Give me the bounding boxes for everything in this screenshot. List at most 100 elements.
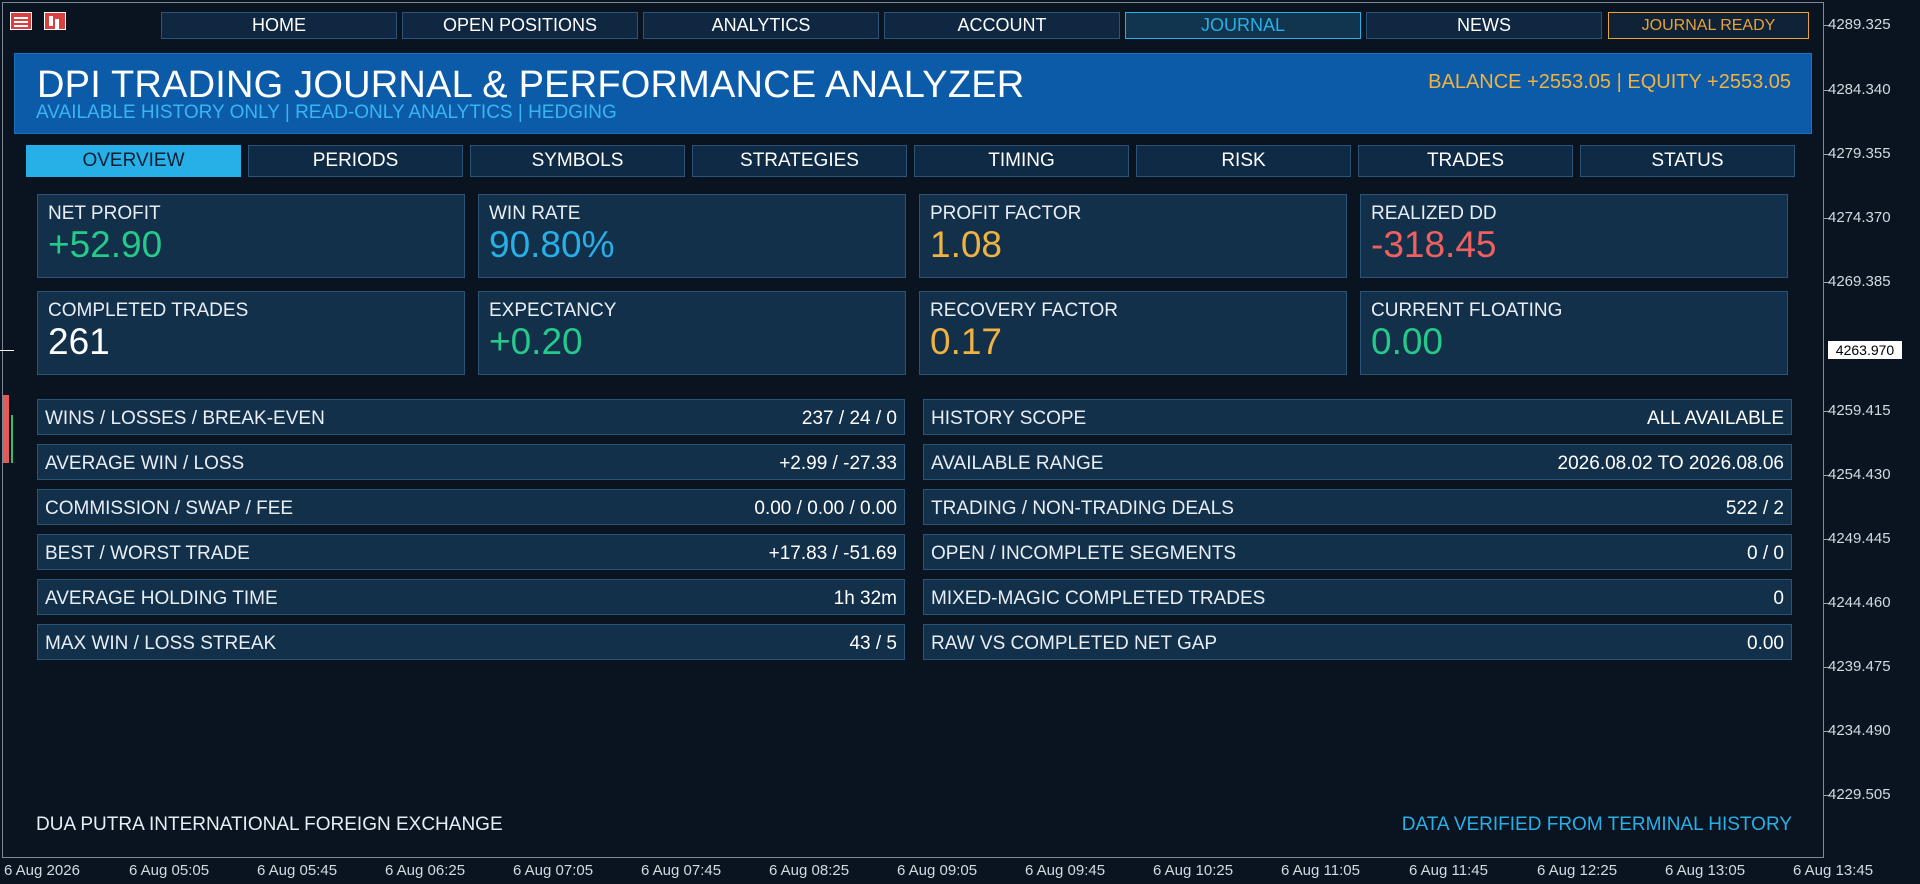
stat-row-max-streak: MAX WIN / LOSS STREAK 43 / 5	[37, 624, 905, 660]
metric-label: EXPECTANCY	[489, 300, 617, 321]
metric-label: RECOVERY FACTOR	[930, 300, 1118, 321]
metric-label: CURRENT FLOATING	[1371, 300, 1563, 321]
stat-value: +2.99 / -27.33	[779, 453, 897, 474]
stat-label: AVAILABLE RANGE	[931, 453, 1104, 474]
time-label: 6 Aug 13:05	[1665, 862, 1746, 879]
stat-label: OPEN / INCOMPLETE SEGMENTS	[931, 543, 1237, 564]
stat-row-wins-losses: WINS / LOSSES / BREAK-EVEN 237 / 24 / 0	[37, 399, 905, 435]
candle-bullish	[11, 415, 13, 463]
metric-value: 90.80%	[489, 224, 615, 265]
time-label: 6 Aug 2026	[4, 862, 80, 879]
nav-journal[interactable]: JOURNAL	[1125, 12, 1361, 39]
stat-value: 237 / 24 / 0	[801, 408, 897, 429]
stat-value: 2026.08.02 TO 2026.08.06	[1557, 453, 1784, 474]
stat-value: 0.00 / 0.00 / 0.00	[754, 498, 897, 519]
journal-ready-badge: JOURNAL READY	[1608, 12, 1809, 39]
metric-card-profit-factor: PROFIT FACTOR 1.08	[919, 194, 1347, 278]
time-axis[interactable]: 6 Aug 2026 6 Aug 05:05 6 Aug 05:45 6 Aug…	[0, 858, 1920, 884]
current-price-label: 4263.970	[1828, 341, 1902, 359]
stat-value: 1h 32m	[833, 588, 897, 609]
stat-label: COMMISSION / SWAP / FEE	[45, 498, 294, 519]
stat-label: MAX WIN / LOSS STREAK	[45, 633, 277, 654]
metric-label: COMPLETED TRADES	[48, 300, 249, 321]
price-label: 4259.415	[1828, 402, 1891, 419]
time-label: 6 Aug 05:05	[129, 862, 210, 879]
price-label: 4244.460	[1828, 594, 1891, 611]
metric-label: NET PROFIT	[48, 203, 161, 224]
tab-symbols[interactable]: SYMBOLS	[470, 145, 685, 177]
tab-overview[interactable]: OVERVIEW	[26, 145, 241, 177]
metric-value: 0.17	[930, 321, 1003, 362]
metric-label: PROFIT FACTOR	[930, 203, 1082, 224]
metric-label: WIN RATE	[489, 203, 581, 224]
nav-home[interactable]: HOME	[161, 12, 397, 39]
stat-row-average-win-loss: AVERAGE WIN / LOSS +2.99 / -27.33	[37, 444, 905, 480]
stat-label: TRADING / NON-TRADING DEALS	[931, 498, 1234, 519]
metric-card-completed-trades: COMPLETED TRADES 261	[37, 291, 465, 375]
tab-strategies[interactable]: STRATEGIES	[692, 145, 907, 177]
metric-value: 0.00	[1371, 321, 1444, 362]
time-label: 6 Aug 08:25	[769, 862, 850, 879]
stat-row-best-worst-trade: BEST / WORST TRADE +17.83 / -51.69	[37, 534, 905, 570]
metric-value: +52.90	[48, 224, 163, 265]
time-label: 6 Aug 06:25	[385, 862, 466, 879]
nav-news[interactable]: NEWS	[1366, 12, 1602, 39]
price-axis[interactable]: 4289.325 4284.340 4279.355 4274.370 4269…	[1824, 0, 1920, 860]
page-title: DPI TRADING JOURNAL & PERFORMANCE ANALYZ…	[37, 64, 1025, 106]
metric-card-net-profit: NET PROFIT +52.90	[37, 194, 465, 278]
stat-value: 0	[1773, 588, 1784, 609]
metric-label: REALIZED DD	[1371, 203, 1497, 224]
price-label: 4229.505	[1828, 786, 1891, 803]
stat-value: ALL AVAILABLE	[1647, 408, 1784, 429]
stat-row-mixed-magic-trades: MIXED-MAGIC COMPLETED TRADES 0	[923, 579, 1792, 615]
stat-value: 522 / 2	[1725, 498, 1784, 519]
stat-value: 0.00	[1747, 633, 1784, 654]
balance-equity-summary: BALANCE +2553.05 | EQUITY +2553.05	[1428, 71, 1791, 93]
tab-trades[interactable]: TRADES	[1358, 145, 1573, 177]
stat-label: MIXED-MAGIC COMPLETED TRADES	[931, 588, 1266, 609]
stat-row-net-gap: RAW VS COMPLETED NET GAP 0.00	[923, 624, 1792, 660]
time-label: 6 Aug 10:25	[1153, 862, 1234, 879]
stat-label: BEST / WORST TRADE	[45, 543, 250, 564]
stat-row-history-scope: HISTORY SCOPE ALL AVAILABLE	[923, 399, 1792, 435]
stat-value: 0 / 0	[1747, 543, 1784, 564]
nav-analytics[interactable]: ANALYTICS	[643, 12, 879, 39]
stat-label: WINS / LOSSES / BREAK-EVEN	[45, 408, 325, 429]
price-line-marker	[0, 350, 14, 351]
time-label: 6 Aug 11:05	[1281, 862, 1360, 879]
stat-label: HISTORY SCOPE	[931, 408, 1087, 429]
time-label: 6 Aug 09:05	[897, 862, 978, 879]
list-icon[interactable]	[10, 12, 32, 30]
stat-row-open-segments: OPEN / INCOMPLETE SEGMENTS 0 / 0	[923, 534, 1792, 570]
metric-value: 1.08	[930, 224, 1003, 265]
tab-periods[interactable]: PERIODS	[248, 145, 463, 177]
stat-label: RAW VS COMPLETED NET GAP	[931, 633, 1218, 654]
metric-value: -318.45	[1371, 224, 1497, 265]
metric-card-expectancy: EXPECTANCY +0.20	[478, 291, 906, 375]
stat-value: +17.83 / -51.69	[768, 543, 897, 564]
time-label: 6 Aug 07:05	[513, 862, 594, 879]
price-label: 4274.370	[1828, 209, 1891, 226]
price-label: 4234.490	[1828, 722, 1891, 739]
nav-open-positions[interactable]: OPEN POSITIONS	[402, 12, 638, 39]
metric-card-win-rate: WIN RATE 90.80%	[478, 194, 906, 278]
stat-row-available-range: AVAILABLE RANGE 2026.08.02 TO 2026.08.06	[923, 444, 1792, 480]
stat-value: 43 / 5	[849, 633, 897, 654]
stat-label: AVERAGE HOLDING TIME	[45, 588, 278, 609]
metric-card-current-floating: CURRENT FLOATING 0.00	[1360, 291, 1788, 375]
tab-timing[interactable]: TIMING	[914, 145, 1129, 177]
price-label: 4254.430	[1828, 466, 1891, 483]
stat-row-commission-swap-fee: COMMISSION / SWAP / FEE 0.00 / 0.00 / 0.…	[37, 489, 905, 525]
tab-status[interactable]: STATUS	[1580, 145, 1795, 177]
broker-name: DUA PUTRA INTERNATIONAL FOREIGN EXCHANGE	[36, 814, 503, 835]
price-label: 4239.475	[1828, 658, 1891, 675]
page-subtitle: AVAILABLE HISTORY ONLY | READ-ONLY ANALY…	[36, 102, 617, 123]
nav-account[interactable]: ACCOUNT	[884, 12, 1120, 39]
tab-risk[interactable]: RISK	[1136, 145, 1351, 177]
stat-row-average-holding-time: AVERAGE HOLDING TIME 1h 32m	[37, 579, 905, 615]
chart-icon[interactable]	[44, 12, 66, 30]
time-label: 6 Aug 09:45	[1025, 862, 1106, 879]
time-label: 6 Aug 13:45	[1793, 862, 1874, 879]
price-label: 4289.325	[1828, 16, 1891, 33]
time-label: 6 Aug 12:25	[1537, 862, 1618, 879]
